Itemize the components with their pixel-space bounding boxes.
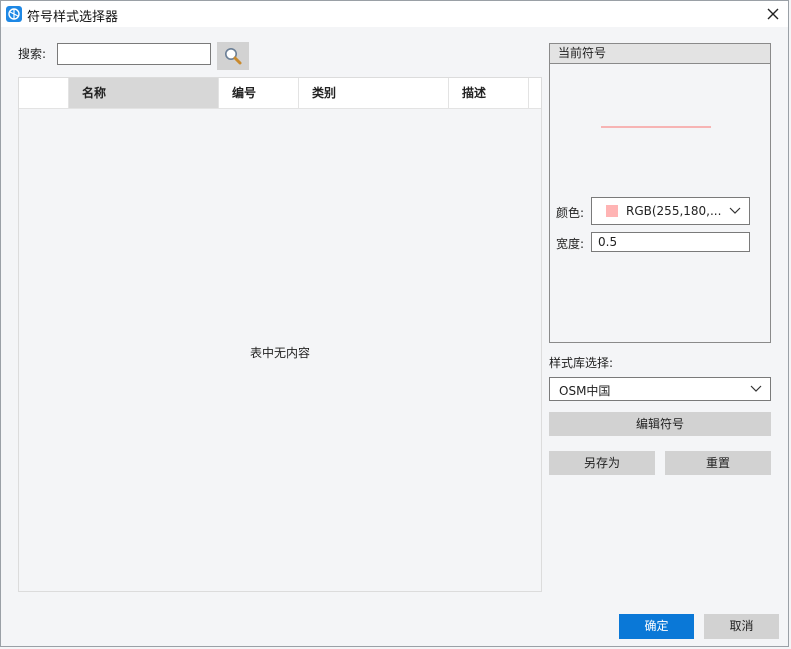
chevron-down-icon [729,207,741,214]
library-dropdown[interactable]: OSM中国 [549,377,771,401]
close-icon[interactable] [764,5,782,23]
window-title: 符号样式选择器 [27,10,119,25]
column-header-description[interactable]: 描述 [449,78,529,108]
row-selector-header [19,78,69,108]
width-label: 宽度: [556,237,585,251]
chevron-down-icon [750,385,762,392]
reset-button[interactable]: 重置 [665,451,771,475]
app-logo-icon [6,6,22,22]
search-label: 搜索: [18,47,47,61]
column-header-id[interactable]: 编号 [219,78,299,108]
library-selected: OSM中国 [559,384,611,398]
search-icon [225,48,242,65]
title-bar: 符号样式选择器 [1,1,788,27]
column-header-category[interactable]: 类别 [299,78,449,108]
save-as-button[interactable]: 另存为 [549,451,655,475]
color-dropdown[interactable]: RGB(255,180,... [591,197,750,225]
color-label: 颜色: [556,206,585,220]
edit-symbol-button[interactable]: 编辑符号 [549,412,771,436]
ok-button[interactable]: 确定 [619,614,694,639]
symbol-table: 名称 编号 类别 描述 表中无内容 [18,77,542,592]
width-input[interactable]: 0.5 [591,232,750,252]
cancel-button[interactable]: 取消 [704,614,779,639]
empty-table-message: 表中无内容 [249,346,310,360]
search-input[interactable] [57,43,211,65]
dialog-window: 符号样式选择器 搜索: 名称 编号 类别 描述 表中无内容 当前符号 颜色: R [0,0,789,647]
current-symbol-header: 当前符号 [550,44,770,64]
current-symbol-panel: 当前符号 颜色: RGB(255,180,... 宽度: 0.5 [549,43,771,343]
library-label: 样式库选择: [549,356,614,370]
table-header: 名称 编号 类别 描述 [19,78,541,109]
symbol-preview-line [601,126,711,128]
color-swatch [606,205,618,217]
color-value: RGB(255,180,... [626,204,722,218]
column-header-name[interactable]: 名称 [69,78,219,108]
search-button[interactable] [217,42,249,70]
